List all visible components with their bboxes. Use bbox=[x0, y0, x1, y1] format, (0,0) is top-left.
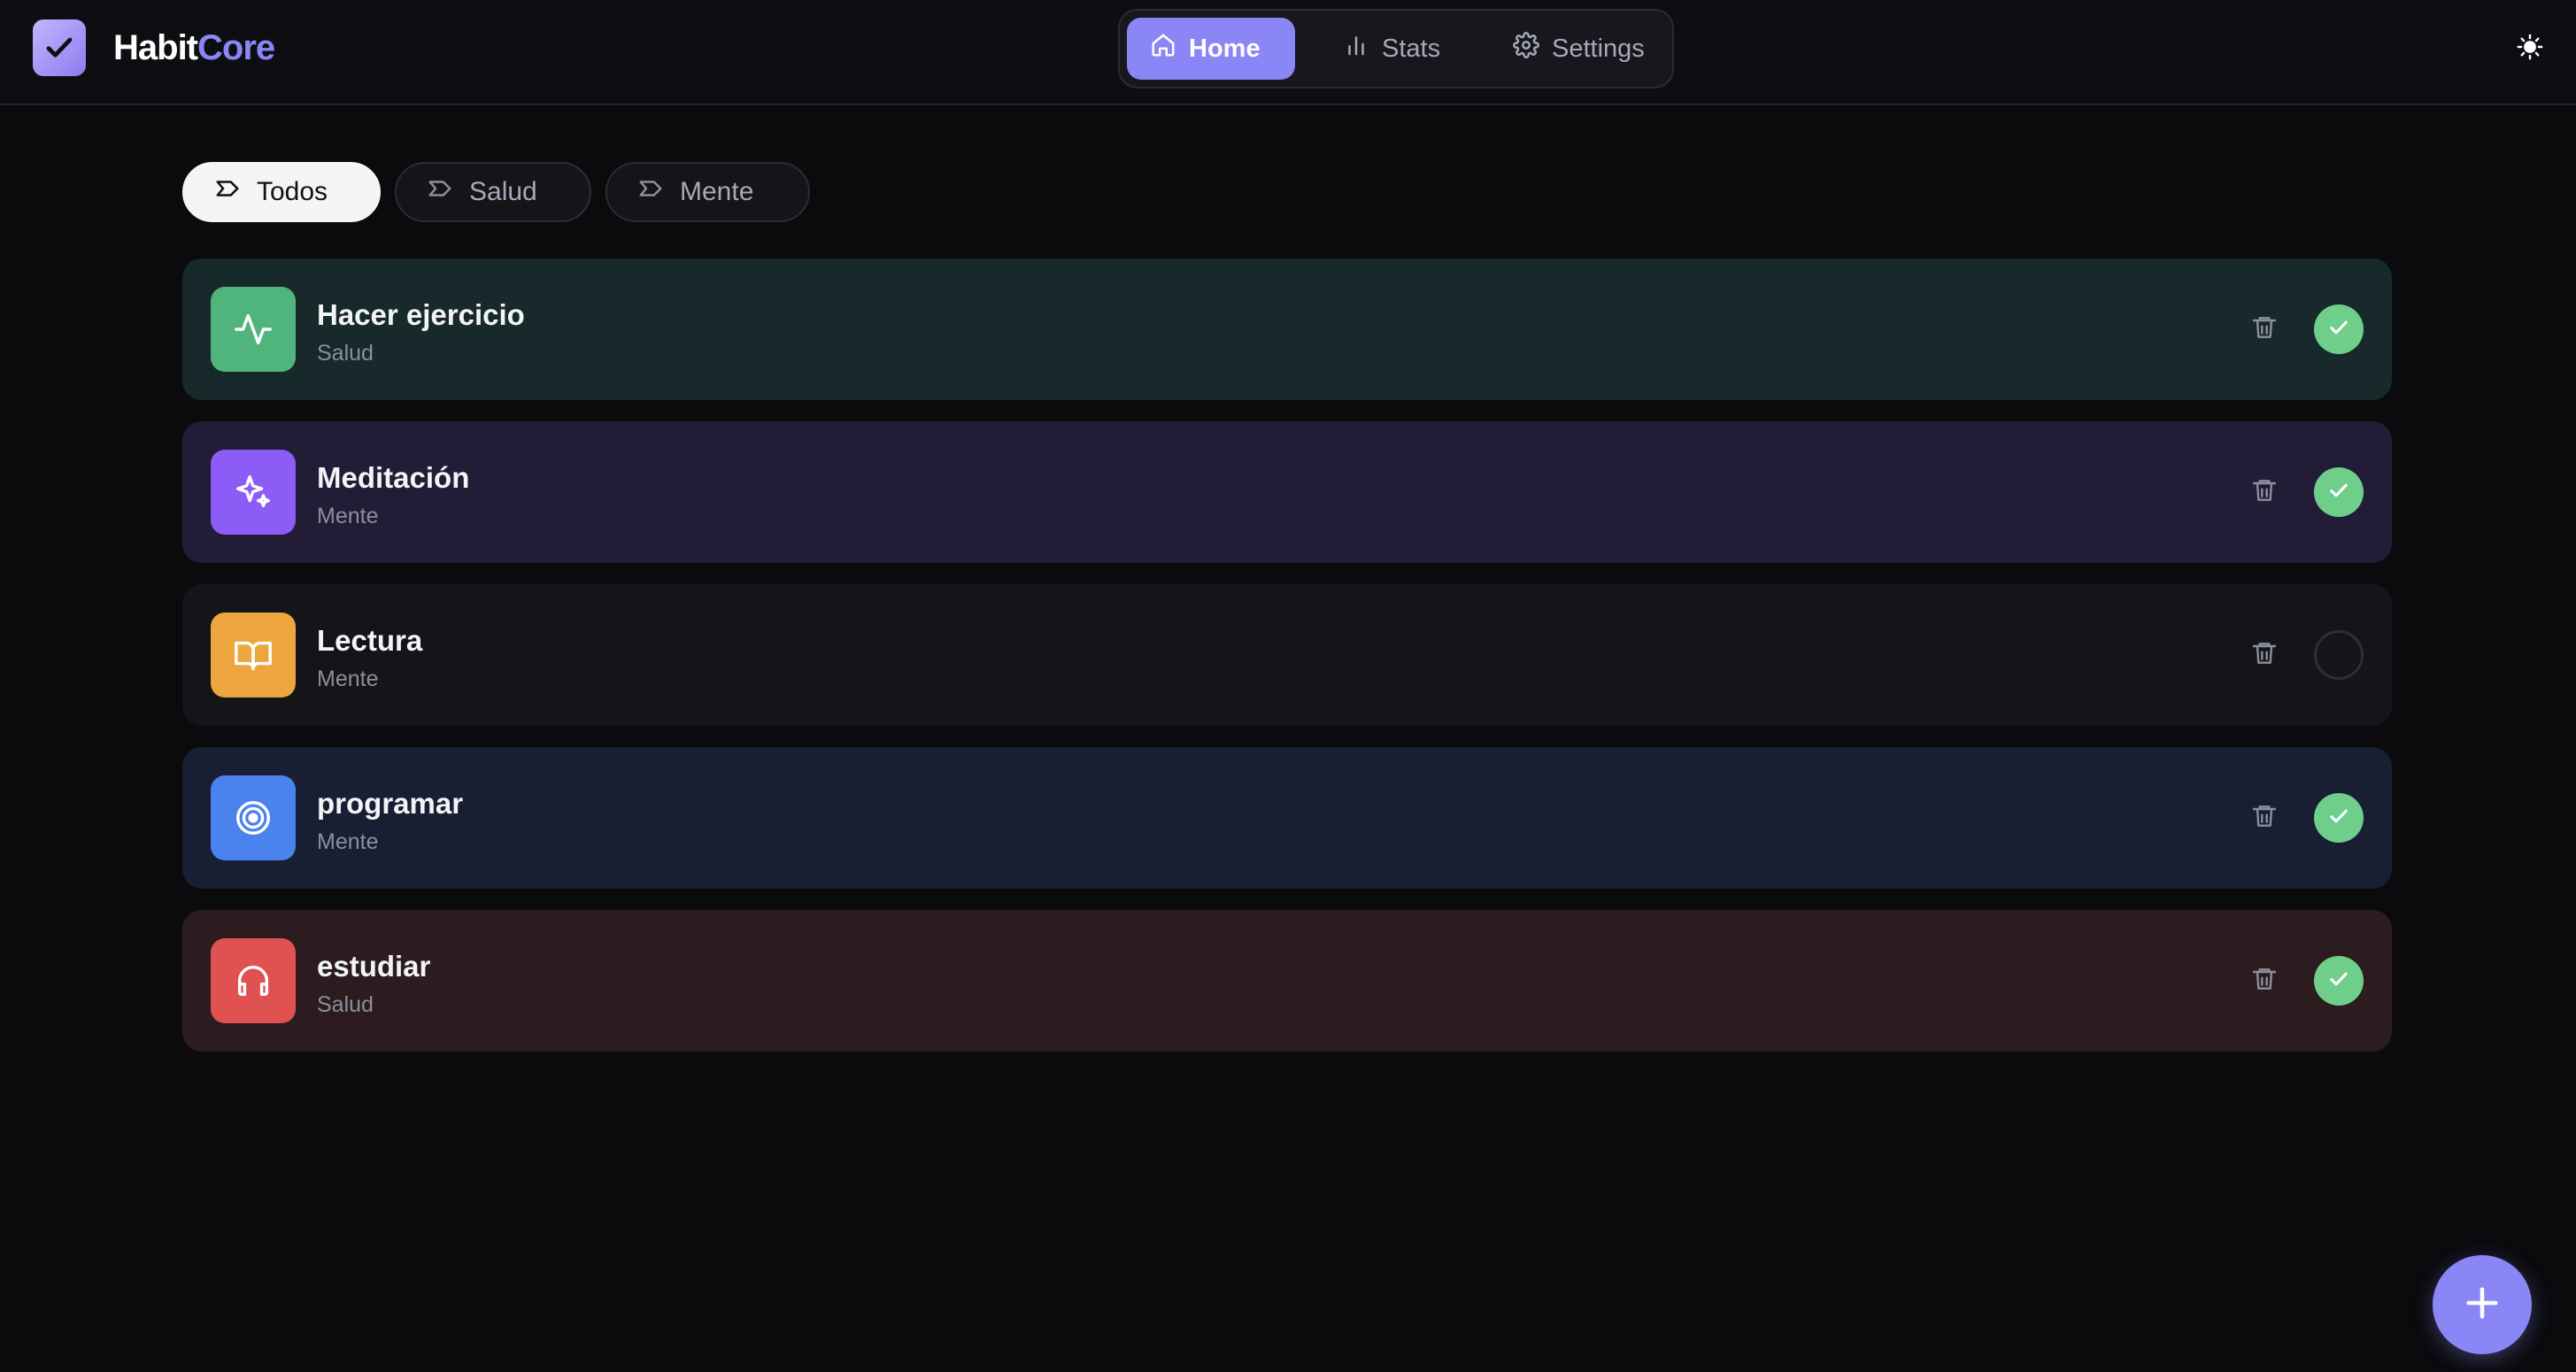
delete-habit-button[interactable] bbox=[2248, 965, 2280, 997]
delete-habit-button[interactable] bbox=[2248, 313, 2280, 345]
complete-habit-toggle[interactable] bbox=[2314, 630, 2364, 680]
activity-icon bbox=[211, 287, 296, 372]
complete-habit-toggle[interactable] bbox=[2314, 304, 2364, 354]
trash-icon bbox=[2250, 476, 2279, 509]
habit-card-lectura: Lectura Mente bbox=[182, 584, 2392, 726]
trash-icon bbox=[2250, 965, 2279, 998]
habit-card-estudiar: estudiar Salud bbox=[182, 910, 2392, 1052]
delete-habit-button[interactable] bbox=[2248, 639, 2280, 671]
sun-icon bbox=[2517, 34, 2543, 65]
check-icon bbox=[2326, 804, 2351, 833]
book-open-icon bbox=[211, 613, 296, 698]
delete-habit-button[interactable] bbox=[2248, 802, 2280, 834]
filter-salud-chip[interactable]: Salud bbox=[395, 162, 591, 222]
nav-settings-label: Settings bbox=[1552, 34, 1645, 63]
habit-card-programar: programar Mente bbox=[182, 747, 2392, 889]
tag-icon bbox=[637, 175, 664, 209]
nav-home-label: Home bbox=[1189, 34, 1261, 63]
filter-todos-chip[interactable]: Todos bbox=[182, 162, 381, 222]
filter-mente-chip[interactable]: Mente bbox=[605, 162, 810, 222]
filter-salud-label: Salud bbox=[469, 177, 537, 206]
habit-card-hacer-ejercicio: Hacer ejercicio Salud bbox=[182, 258, 2392, 400]
add-habit-button[interactable] bbox=[2433, 1255, 2532, 1354]
habit-category: Salud bbox=[317, 992, 374, 1017]
headphones-icon bbox=[211, 938, 296, 1023]
bar-chart-icon bbox=[1343, 32, 1369, 66]
nav-home-tab[interactable]: Home bbox=[1127, 18, 1295, 80]
nav-stats-tab[interactable]: Stats bbox=[1320, 18, 1470, 80]
complete-habit-toggle[interactable] bbox=[2314, 467, 2364, 517]
check-icon bbox=[2326, 478, 2351, 507]
tag-icon bbox=[214, 175, 241, 209]
delete-habit-button[interactable] bbox=[2248, 476, 2280, 508]
filter-todos-label: Todos bbox=[257, 177, 328, 206]
app-logo-text: HabitCore bbox=[113, 25, 275, 71]
nav-stats-label: Stats bbox=[1382, 34, 1441, 63]
main-nav: Home Stats Settings bbox=[1118, 9, 1674, 89]
habit-name: Lectura bbox=[317, 624, 423, 657]
habit-category: Mente bbox=[317, 667, 379, 691]
trash-icon bbox=[2250, 639, 2279, 672]
logo-text-habit: Habit bbox=[113, 28, 198, 67]
habit-category: Mente bbox=[317, 829, 379, 854]
habit-category: Mente bbox=[317, 504, 379, 528]
target-icon bbox=[211, 775, 296, 860]
app-header: HabitCore Home Stats Settings bbox=[0, 0, 2576, 105]
habit-name: Meditación bbox=[317, 461, 470, 494]
logo-text-core: Core bbox=[197, 28, 275, 67]
check-icon bbox=[2326, 967, 2351, 996]
complete-habit-toggle[interactable] bbox=[2314, 956, 2364, 1006]
filter-mente-label: Mente bbox=[680, 177, 754, 206]
trash-icon bbox=[2250, 313, 2279, 346]
nav-settings-tab[interactable]: Settings bbox=[1490, 18, 1667, 80]
habit-name: estudiar bbox=[317, 950, 431, 983]
theme-toggle-button[interactable] bbox=[2514, 33, 2546, 65]
complete-habit-toggle[interactable] bbox=[2314, 793, 2364, 843]
habit-category: Salud bbox=[317, 341, 374, 366]
gear-icon bbox=[1513, 32, 1539, 66]
habit-card-meditacion: Meditación Mente bbox=[182, 421, 2392, 563]
check-icon bbox=[2326, 315, 2351, 344]
sparkles-icon bbox=[211, 450, 296, 535]
tag-icon bbox=[427, 175, 453, 209]
home-icon bbox=[1150, 32, 1176, 66]
plus-icon bbox=[2462, 1283, 2503, 1328]
habit-name: Hacer ejercicio bbox=[317, 298, 525, 331]
habit-name: programar bbox=[317, 787, 464, 820]
logo-icon bbox=[33, 19, 86, 76]
trash-icon bbox=[2250, 802, 2279, 835]
